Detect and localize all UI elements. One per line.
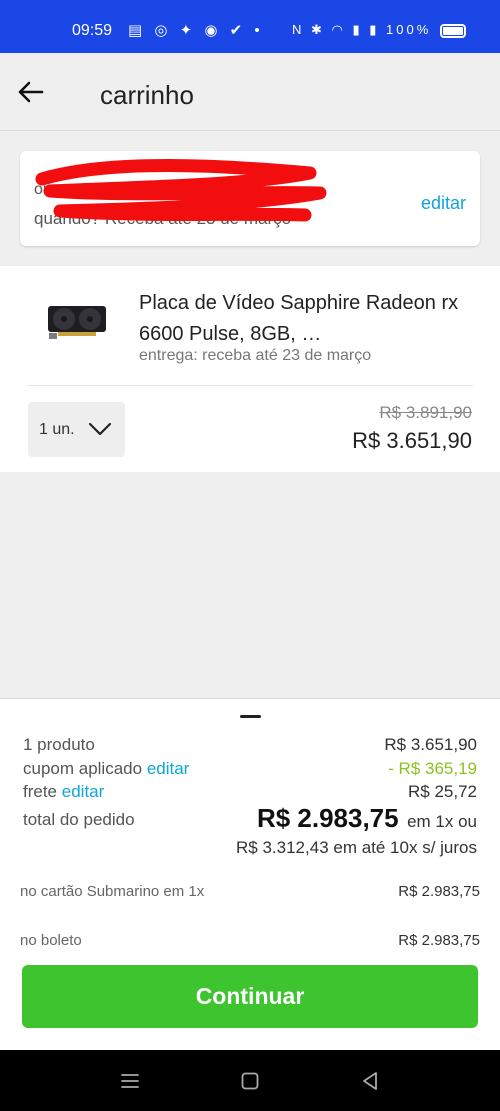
status-bar: 09:59 ▤ ◎ ✦ ◉ ✔ • N ✱ ◠ ▮ ▮ 100% xyxy=(0,0,500,53)
system-navigation-bar xyxy=(0,1050,500,1111)
shipping-cost: R$ 25,72 xyxy=(408,782,477,801)
redaction-scribble xyxy=(35,159,327,222)
card-payment-value: R$ 2.983,75 xyxy=(398,883,480,900)
total-amount: R$ 2.983,75 xyxy=(256,803,399,833)
battery-icon xyxy=(440,24,466,38)
arrow-left-icon xyxy=(18,81,44,103)
edit-shipping-link[interactable]: editar xyxy=(62,782,105,801)
quantity-value: 1 un. xyxy=(39,421,75,438)
boleto-payment-value: R$ 2.983,75 xyxy=(398,932,480,949)
products-subtotal: R$ 3.651,90 xyxy=(384,735,477,754)
coupon-label: cupom aplicado xyxy=(23,759,143,778)
installments-text: R$ 3.312,43 em até 10x s/ juros xyxy=(236,838,477,857)
battery-percentage: 100% xyxy=(386,22,432,37)
edit-address-link[interactable]: editar xyxy=(421,193,466,214)
coupon-discount: - R$ 365,19 xyxy=(388,759,477,778)
products-count-label: 1 produto xyxy=(23,735,95,754)
total-label: total do pedido xyxy=(23,810,135,829)
divider xyxy=(27,385,473,386)
system-status-icons: N ✱ ◠ ▮ ▮ 100% xyxy=(292,22,431,38)
back-nav-icon[interactable] xyxy=(359,1070,381,1092)
cart-item: Placa de Vídeo Sapphire Radeon rx 6600 P… xyxy=(0,266,500,472)
home-icon[interactable] xyxy=(239,1070,261,1092)
address-card: on quando? Receba até 23 de março editar xyxy=(20,151,480,246)
back-button[interactable] xyxy=(16,77,46,107)
connectivity-icons: N ✱ ◠ ▮ ▮ xyxy=(292,22,380,37)
edit-coupon-link[interactable]: editar xyxy=(147,759,190,778)
product-delivery: entrega: receba até 23 de março xyxy=(139,347,372,364)
recent-apps-icon[interactable] xyxy=(119,1070,141,1092)
graphics-card-image[interactable] xyxy=(46,300,108,344)
boleto-payment-label: no boleto xyxy=(20,932,82,949)
page-title: carrinho xyxy=(100,80,194,110)
continue-button[interactable]: Continuar xyxy=(22,965,478,1028)
order-summary-sheet: 1 produto R$ 3.651,90 cupom aplicado edi… xyxy=(0,698,500,1050)
quantity-select[interactable]: 1 un. xyxy=(28,402,125,457)
sheet-drag-handle[interactable] xyxy=(240,715,261,718)
chevron-down-icon xyxy=(88,422,112,436)
total-row: R$ 2.983,75 em 1x ou xyxy=(257,803,477,834)
status-time: 09:59 xyxy=(72,22,113,39)
shipping-row: frete editar xyxy=(23,782,104,802)
shipping-label: frete xyxy=(23,782,58,801)
notification-icons: ▤ ◎ ✦ ◉ ✔ • xyxy=(128,22,264,39)
current-price: R$ 3.651,90 xyxy=(352,428,472,453)
coupon-row: cupom aplicado editar xyxy=(23,759,189,779)
card-payment-label: no cartão Submarino em 1x xyxy=(20,883,205,900)
total-payment-suffix: em 1x ou xyxy=(407,812,477,831)
product-name[interactable]: Placa de Vídeo Sapphire Radeon rx 6600 P… xyxy=(139,288,469,350)
app-header: carrinho xyxy=(0,53,500,131)
original-price: R$ 3.891,90 xyxy=(379,403,472,422)
